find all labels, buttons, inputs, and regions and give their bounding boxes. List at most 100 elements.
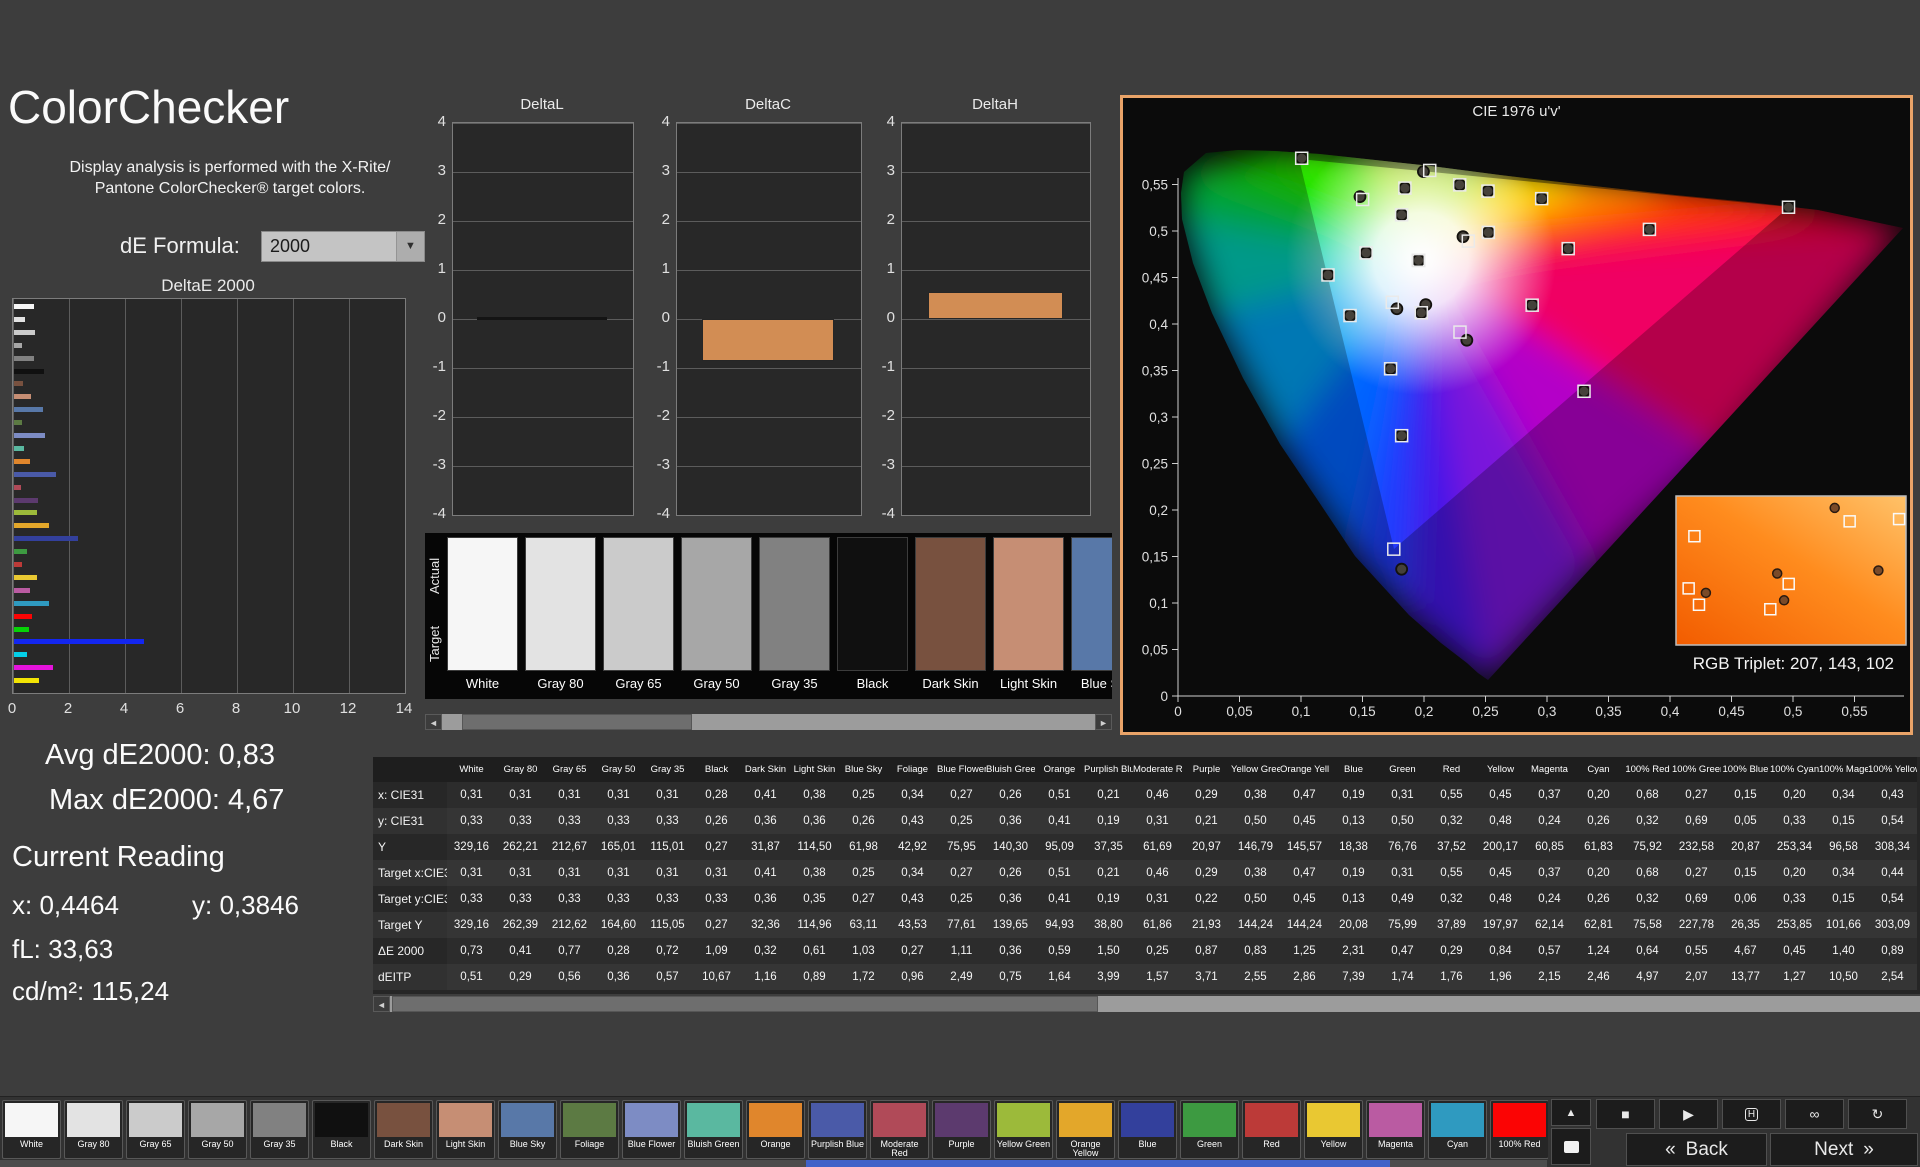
toolbar-patch-tile[interactable]: Bluish Green	[684, 1100, 743, 1159]
table-cell: 0,51	[1035, 860, 1084, 886]
strip-swatch	[759, 537, 830, 671]
x-tick-label: 0,2	[1415, 704, 1434, 719]
table-cell: 0,54	[1868, 808, 1917, 834]
toolbar-patch-tile[interactable]: Blue Sky	[498, 1100, 557, 1159]
table-cell: 140,30	[986, 834, 1035, 860]
strip-scrollbar-track[interactable]	[442, 714, 1095, 730]
table-cell: 0,31	[496, 782, 545, 808]
toolbar-patch-tile[interactable]: Light Skin	[436, 1100, 495, 1159]
table-cell: 0,38	[1231, 860, 1280, 886]
table-cell: 0,43	[888, 808, 937, 834]
deltac-plot	[676, 122, 862, 516]
de-formula-dropdown[interactable]: 2000 ▼	[261, 231, 425, 262]
table-cell: 0,29	[1427, 938, 1476, 964]
table-cell: 0,36	[594, 964, 643, 990]
scroll-left-icon[interactable]: ◄	[425, 714, 442, 730]
results-table: White Gray 80 Gray 65 Gray 50 Gray 35 Black Da…	[373, 757, 1920, 994]
toolbar-patch-label: Green	[1196, 1139, 1222, 1149]
table-row-label: x: CIE31	[373, 782, 447, 808]
toolbar-patch-tile[interactable]: Blue	[1118, 1100, 1177, 1159]
toolbar-patch-tile[interactable]: Purple	[932, 1100, 991, 1159]
deltae-x-tick: 10	[283, 700, 301, 717]
toolbar-patch-tile[interactable]: Black	[312, 1100, 371, 1159]
table-cell: 0,75	[986, 964, 1035, 990]
table-cell: 0,36	[986, 886, 1035, 912]
table-cell: 0,45	[1280, 808, 1329, 834]
table-cell: 0,48	[1476, 808, 1525, 834]
delta-y-tick: -2	[432, 407, 446, 424]
toolbar-patch-tile[interactable]: Gray 50	[188, 1100, 247, 1159]
current-x: x: 0,4464	[12, 890, 119, 920]
toolbar-patch-tile[interactable]: 100% Red	[1490, 1100, 1548, 1159]
toolbar-patch-tile[interactable]: Orange Yellow	[1056, 1100, 1115, 1159]
toolbar-patch-color	[687, 1103, 740, 1137]
toolbar-patch-label: Yellow Green	[996, 1139, 1051, 1149]
strip-scrollbar-thumb[interactable]	[462, 714, 692, 730]
toolbar-patch-tile[interactable]: Blue Flower	[622, 1100, 681, 1159]
loop-button[interactable]: ∞	[1785, 1099, 1844, 1129]
table-cell: 0,50	[1231, 808, 1280, 834]
max-de2000: Max dE2000: 4,67	[49, 784, 285, 816]
table-cell: 115,05	[643, 912, 692, 938]
toolbar-patch-tile[interactable]: Green	[1180, 1100, 1239, 1159]
toolbar-patch-tile[interactable]: Dark Skin	[374, 1100, 433, 1159]
toolbar-patch-tile[interactable]: Magenta	[1366, 1100, 1425, 1159]
toolbar-patch-label: Cyan	[1446, 1139, 1468, 1149]
colorchecker-screen: ColorChecker Display analysis is perform…	[0, 0, 1920, 1167]
toolbar-patch-tile[interactable]: Moderate Red	[870, 1100, 929, 1159]
toolbar-scrollbar-thumb[interactable]	[806, 1160, 1390, 1167]
strip-swatch-label: Gray 65	[615, 676, 662, 691]
toolbar-patch-tile[interactable]: Cyan	[1428, 1100, 1487, 1159]
toolbar-scrollbar[interactable]	[0, 1160, 1547, 1167]
table-scrollbar[interactable]: ◄	[373, 996, 1920, 1012]
table-cell: 2,55	[1231, 964, 1280, 990]
patch-swatch-strip: Actual Target White Gray 80 Gray 65 Gray 50…	[425, 533, 1112, 699]
scroll-up-button[interactable]: ▲	[1551, 1099, 1591, 1126]
x-tick-label: 0,55	[1841, 704, 1867, 719]
next-button[interactable]: Next »	[1770, 1133, 1918, 1166]
table-cell: 0,41	[1035, 808, 1084, 834]
table-cell: 0,36	[986, 938, 1035, 964]
stop-button[interactable]: ■	[1596, 1099, 1655, 1129]
toolbar-patch-label: Magenta	[1377, 1139, 1414, 1149]
toolbar-patch-tile[interactable]: Yellow Green	[994, 1100, 1053, 1159]
table-cell: 0,89	[790, 964, 839, 990]
table-cell: 0,27	[1672, 782, 1721, 808]
table-cell: 62,14	[1525, 912, 1574, 938]
scroll-left-icon[interactable]: ◄	[373, 996, 390, 1012]
back-button[interactable]: « Back	[1626, 1133, 1767, 1166]
toolbar-patch-tile[interactable]: Yellow	[1304, 1100, 1363, 1159]
toolbar-patch-tile[interactable]: Red	[1242, 1100, 1301, 1159]
table-cell: 0,25	[839, 782, 888, 808]
table-cell: 0,33	[594, 886, 643, 912]
toolbar-patch-tile[interactable]: Orange	[746, 1100, 805, 1159]
table-cell: 21,93	[1182, 912, 1231, 938]
table-cell: 0,27	[888, 938, 937, 964]
table-scrollbar-thumb[interactable]	[392, 996, 1098, 1012]
toolbar-patch-tile[interactable]: Purplish Blue	[808, 1100, 867, 1159]
table-cell: 329,16	[447, 834, 496, 860]
strip-scrollbar[interactable]: ◄ ►	[425, 714, 1112, 730]
scroll-right-icon[interactable]: ►	[1095, 714, 1112, 730]
refresh-button[interactable]: ↻	[1848, 1099, 1907, 1129]
deltae-bar	[14, 549, 28, 555]
table-cell: 0,15	[1721, 860, 1770, 886]
delta-y-tick: -3	[432, 456, 446, 473]
table-cell: 62,81	[1574, 912, 1623, 938]
toolbar-patch-tile[interactable]: Gray 80	[64, 1100, 123, 1159]
table-cell: 0,24	[1525, 886, 1574, 912]
hold-button[interactable]: H	[1722, 1099, 1781, 1129]
chevron-down-icon[interactable]: ▼	[396, 232, 424, 261]
display-window-button[interactable]	[1551, 1128, 1591, 1165]
table-scrollbar-track[interactable]	[390, 996, 1920, 1012]
table-cell: 0,15	[1819, 886, 1868, 912]
table-cell: 0,55	[1427, 782, 1476, 808]
toolbar-patch-tile[interactable]: Gray 35	[250, 1100, 309, 1159]
deltae-x-tick: 14	[395, 700, 413, 717]
table-cell: 0,31	[594, 860, 643, 886]
toolbar-patch-tile[interactable]: Gray 65	[126, 1100, 185, 1159]
table-cell: 0,43	[1868, 782, 1917, 808]
toolbar-patch-tile[interactable]: Foliage	[560, 1100, 619, 1159]
play-button[interactable]: ▶	[1659, 1099, 1718, 1129]
toolbar-patch-tile[interactable]: White	[2, 1100, 61, 1159]
